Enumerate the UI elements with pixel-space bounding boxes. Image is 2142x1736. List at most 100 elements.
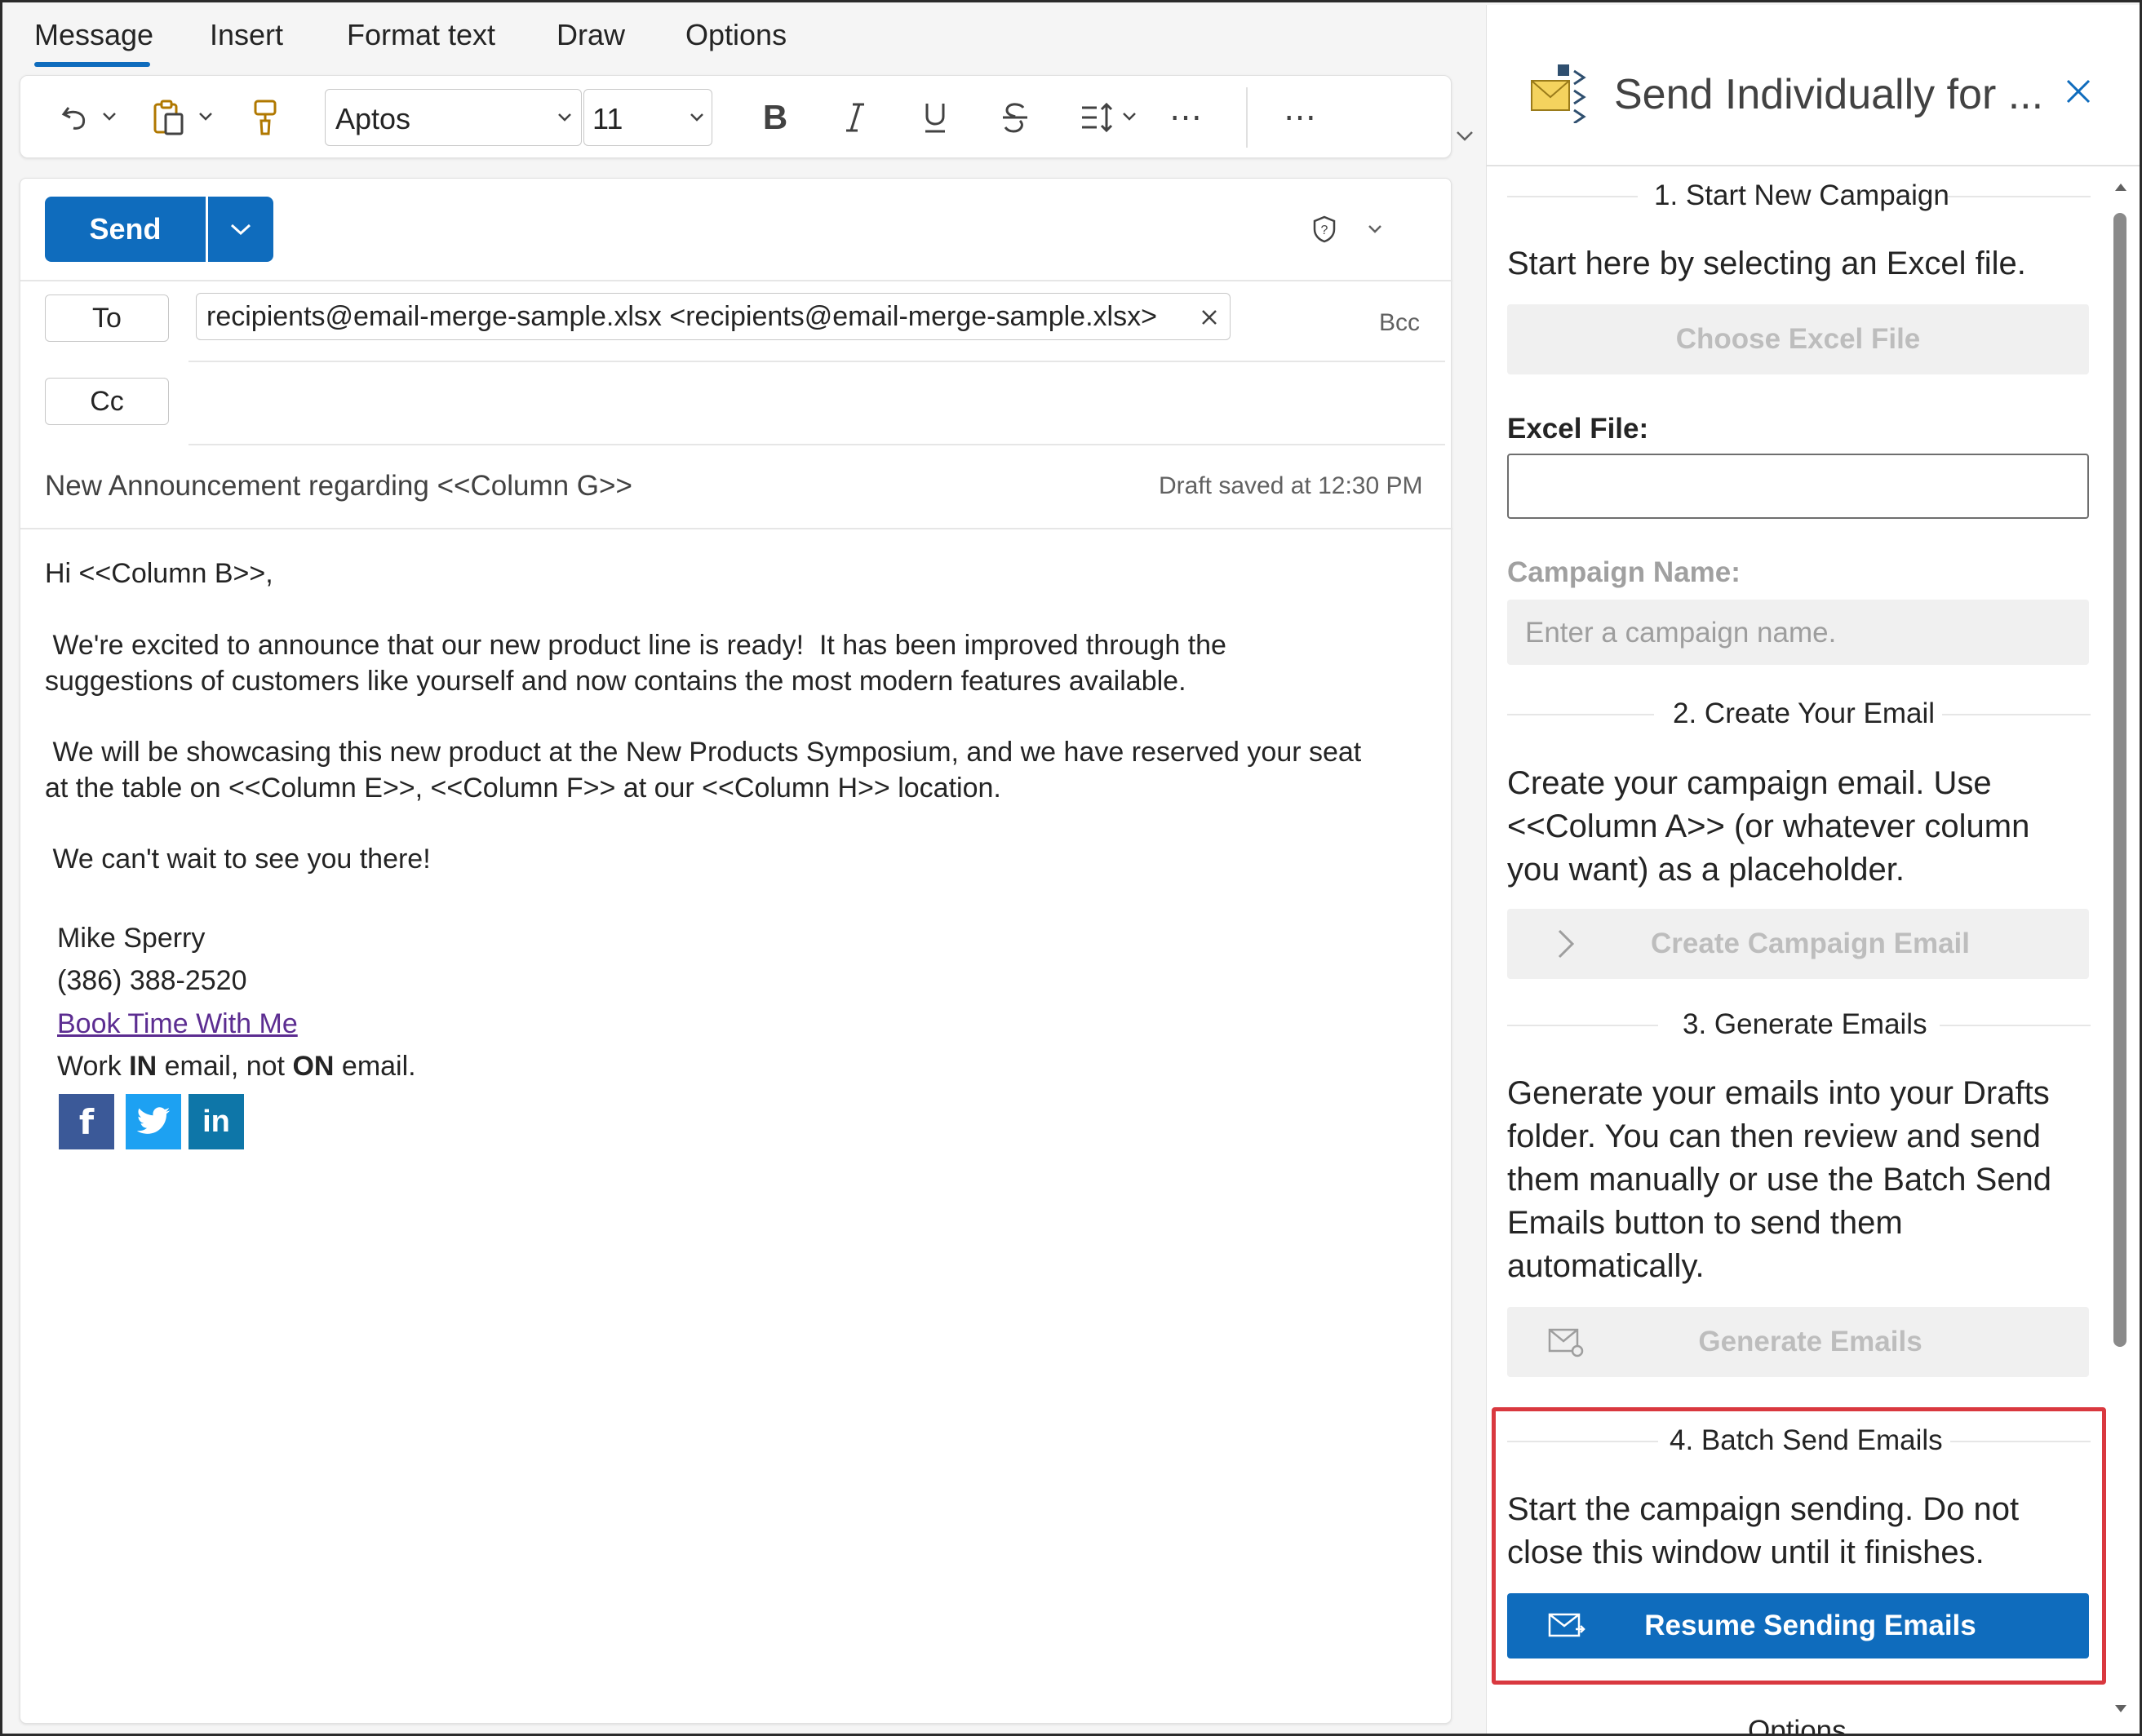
tab-options[interactable]: Options bbox=[685, 18, 787, 52]
body-paragraph-1-line-2: suggestions of customers like yourself a… bbox=[45, 666, 1186, 697]
more-options-icon[interactable]: ⋯ bbox=[1277, 95, 1323, 140]
compose-area: Message Insert Format text Draw Options bbox=[5, 5, 1486, 1734]
ribbon-expand-icon[interactable] bbox=[1452, 124, 1477, 148]
signature-phone: (386) 388-2520 bbox=[57, 965, 247, 996]
remove-recipient-icon[interactable] bbox=[1200, 308, 1218, 326]
section-2-line-2: <<Column A>> (or whatever column bbox=[1507, 808, 2030, 844]
send-options-button[interactable] bbox=[208, 197, 273, 262]
section-2-header: 2. Create Your Email bbox=[1487, 698, 2091, 730]
body-paragraph-1-line-1: We're excited to announce that our new p… bbox=[45, 630, 1226, 661]
divider bbox=[188, 361, 1445, 362]
send-button[interactable]: Send bbox=[45, 197, 206, 262]
divider bbox=[20, 528, 1452, 529]
motto-text: Work bbox=[57, 1051, 130, 1082]
chevron-right-icon bbox=[1558, 929, 1575, 959]
chevron-down-icon[interactable] bbox=[1120, 107, 1138, 126]
campaign-name-input[interactable]: Enter a campaign name. bbox=[1507, 600, 2089, 665]
motto-text: email, not bbox=[157, 1051, 293, 1082]
to-button[interactable]: To bbox=[45, 294, 169, 342]
facebook-icon[interactable]: f bbox=[59, 1094, 114, 1149]
tab-message[interactable]: Message bbox=[34, 18, 153, 52]
chevron-down-icon bbox=[230, 224, 251, 236]
signature-name: Mike Sperry bbox=[57, 923, 206, 954]
tab-draw[interactable]: Draw bbox=[557, 18, 625, 52]
ribbon-tabs: Message Insert Format text Draw Options bbox=[5, 5, 1486, 70]
italic-icon[interactable] bbox=[835, 95, 876, 140]
options-title: Options bbox=[1748, 1715, 1847, 1736]
section-3-line-2: folder. You can then review and send bbox=[1507, 1118, 2041, 1154]
app-window: Message Insert Format text Draw Options bbox=[0, 0, 2142, 1736]
body-paragraph-3: We can't wait to see you there! bbox=[45, 844, 431, 875]
campaign-name-placeholder: Enter a campaign name. bbox=[1525, 617, 1837, 649]
excel-file-input[interactable] bbox=[1507, 454, 2089, 519]
divider bbox=[188, 444, 1445, 445]
section-3-line-3: them manually or use the Batch Send bbox=[1507, 1162, 2052, 1198]
line-spacing-icon[interactable] bbox=[1075, 95, 1119, 140]
bold-icon[interactable]: B bbox=[755, 95, 796, 140]
section-3-line-1: Generate your emails into your Drafts bbox=[1507, 1075, 2050, 1111]
section-1-title: 1. Start New Campaign bbox=[1654, 179, 1949, 211]
scroll-down-icon[interactable] bbox=[2111, 1699, 2131, 1719]
mail-settings-icon bbox=[1548, 1328, 1584, 1357]
section-3-title: 3. Generate Emails bbox=[1683, 1008, 1927, 1040]
subject-field[interactable]: New Announcement regarding <<Column G>> bbox=[45, 470, 632, 503]
create-campaign-email-label: Create Campaign Email bbox=[1651, 928, 1970, 959]
svg-text:?: ? bbox=[1321, 224, 1328, 237]
excel-file-label: Excel File: bbox=[1507, 413, 1649, 445]
section-3-line-5: automatically. bbox=[1507, 1248, 1705, 1284]
chevron-down-icon bbox=[558, 113, 571, 122]
section-2-line-3: you want) as a placeholder. bbox=[1507, 852, 1905, 888]
chevron-down-icon[interactable] bbox=[1365, 219, 1385, 239]
options-header: Options bbox=[1487, 1715, 2091, 1736]
font-size-value: 11 bbox=[592, 102, 623, 135]
bcc-button[interactable]: Bcc bbox=[1379, 309, 1420, 337]
section-1-header: 1. Start New Campaign bbox=[1487, 179, 2091, 212]
body-greeting: Hi <<Column B>>, bbox=[45, 558, 273, 589]
font-family-value: Aptos bbox=[335, 102, 411, 135]
chevron-down-icon[interactable] bbox=[100, 107, 118, 126]
pane-scrollbar-thumb[interactable] bbox=[2113, 213, 2126, 1347]
clipboard-icon[interactable] bbox=[148, 95, 188, 140]
generate-emails-button[interactable]: Generate Emails bbox=[1507, 1307, 2089, 1377]
font-family-select[interactable]: Aptos bbox=[325, 89, 582, 146]
campaign-name-label: Campaign Name: bbox=[1507, 556, 1741, 588]
linkedin-glyph: in bbox=[202, 1104, 230, 1139]
section-3-header: 3. Generate Emails bbox=[1487, 1008, 2091, 1041]
motto-bold-in: IN bbox=[129, 1051, 157, 1082]
close-icon[interactable] bbox=[2062, 75, 2095, 108]
facebook-glyph: f bbox=[78, 1101, 95, 1142]
twitter-icon[interactable] bbox=[126, 1094, 181, 1149]
toolbar-divider bbox=[1246, 87, 1248, 148]
tab-format-text[interactable]: Format text bbox=[347, 18, 495, 52]
font-size-select[interactable]: 11 bbox=[583, 89, 712, 146]
tab-insert[interactable]: Insert bbox=[210, 18, 283, 52]
active-tab-indicator bbox=[34, 62, 150, 67]
format-painter-icon[interactable] bbox=[247, 95, 283, 140]
linkedin-icon[interactable]: in bbox=[188, 1094, 244, 1149]
addin-logo-icon bbox=[1528, 62, 1593, 124]
section-1-text: Start here by selecting an Excel file. bbox=[1507, 246, 2026, 281]
chevron-down-icon bbox=[690, 113, 703, 122]
underline-icon[interactable] bbox=[915, 95, 956, 140]
more-icon[interactable]: ⋯ bbox=[1163, 95, 1208, 140]
recipient-text: recipients@email-merge-sample.xlsx <reci… bbox=[206, 301, 1157, 332]
scroll-up-icon[interactable] bbox=[2111, 177, 2131, 197]
recipient-chip[interactable]: recipients@email-merge-sample.xlsx <reci… bbox=[196, 293, 1231, 340]
divider bbox=[1487, 165, 2140, 166]
motto-bold-on: ON bbox=[292, 1051, 335, 1082]
body-paragraph-2-line-2: at the table on <<Column E>>, <<Column F… bbox=[45, 773, 1001, 804]
signature-motto: Work IN email, not ON email. bbox=[57, 1051, 416, 1083]
undo-icon[interactable] bbox=[55, 97, 95, 138]
book-time-link[interactable]: Book Time With Me bbox=[57, 1008, 298, 1040]
cc-button[interactable]: Cc bbox=[45, 378, 169, 425]
draft-status: Draft saved at 12:30 PM bbox=[1159, 472, 1423, 499]
ribbon-toolbar: Aptos 11 B ⋯ ⋯ bbox=[20, 75, 1452, 158]
body-paragraph-2-line-1: We will be showcasing this new product a… bbox=[45, 737, 1362, 768]
divider bbox=[20, 280, 1452, 281]
pane-title: Send Individually for ... bbox=[1614, 71, 2044, 118]
strikethrough-icon[interactable] bbox=[995, 95, 1036, 140]
sensitivity-shield-icon[interactable]: ? bbox=[1310, 213, 1339, 246]
chevron-down-icon[interactable] bbox=[197, 107, 215, 126]
create-campaign-email-button[interactable]: Create Campaign Email bbox=[1507, 909, 2089, 979]
choose-excel-file-button[interactable]: Choose Excel File bbox=[1507, 304, 2089, 374]
